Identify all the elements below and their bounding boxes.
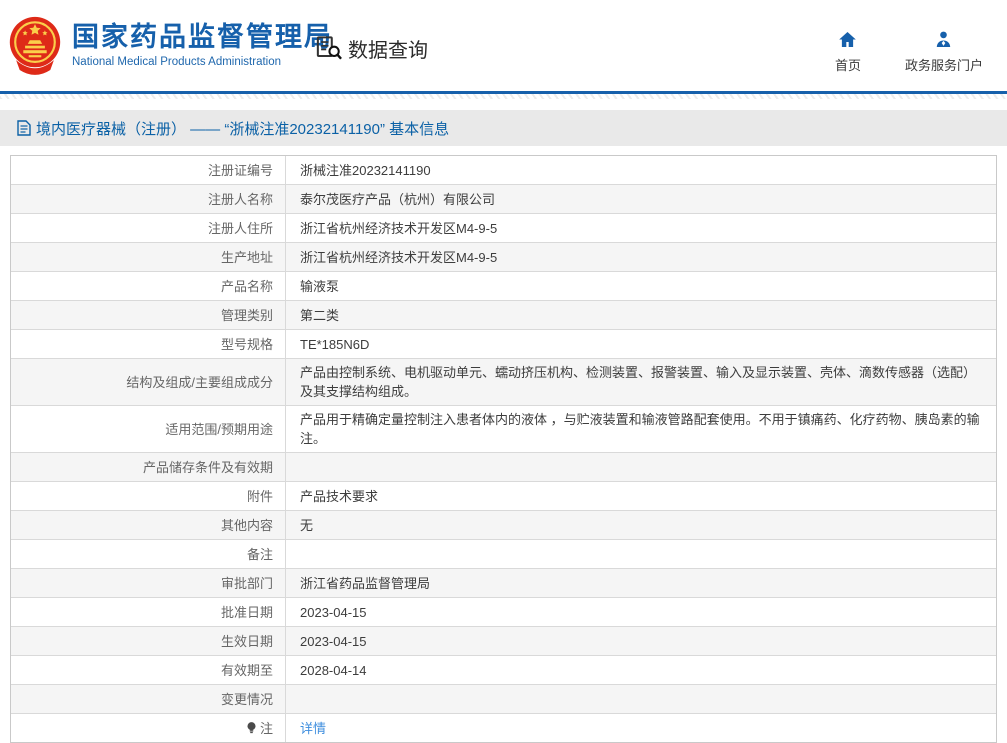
row-value bbox=[286, 685, 996, 713]
row-label-text: 型号规格 bbox=[220, 336, 273, 352]
row-value bbox=[286, 540, 996, 568]
row-value: 无 bbox=[300, 517, 314, 533]
table-row: 结构及组成/主要组成成分 产品由控制系统、电机驱动单元、蠕动挤压机构、检测装置、报… bbox=[11, 359, 996, 406]
details-link[interactable]: 详情 bbox=[300, 719, 326, 738]
header-nav: 首页 政务服务门户 bbox=[835, 30, 983, 74]
row-label-text: 备注 bbox=[246, 546, 273, 562]
row-label: 生产地址 bbox=[11, 243, 286, 271]
row-label-text: 变更情况 bbox=[220, 691, 273, 707]
row-value: 浙江省杭州经济技术开发区M4-9-5 bbox=[300, 249, 498, 265]
row-label: 注册人名称 bbox=[11, 185, 286, 213]
table-row: 附件 产品技术要求 bbox=[11, 482, 996, 511]
national-emblem-icon bbox=[8, 16, 62, 78]
row-label: 有效期至 bbox=[11, 656, 286, 684]
table-row: 产品储存条件及有效期 bbox=[11, 453, 996, 482]
document-icon bbox=[17, 120, 31, 136]
row-label-text: 批准日期 bbox=[220, 604, 273, 620]
table-row: 生效日期 2023-04-15 bbox=[11, 627, 996, 656]
row-label: 批准日期 bbox=[11, 598, 286, 626]
row-value: 2023-04-15 bbox=[300, 633, 367, 649]
nav-gov-portal[interactable]: 政务服务门户 bbox=[905, 30, 983, 74]
table-row: 产品名称 输液泵 bbox=[11, 272, 996, 301]
bulb-icon bbox=[246, 721, 257, 735]
table-row: 适用范围/预期用途 产品用于精确定量控制注入患者体内的液体 ，与贮液装置和输液管路… bbox=[11, 406, 996, 453]
nav-gov-portal-label: 政务服务门户 bbox=[904, 58, 983, 73]
row-label: 型号规格 bbox=[11, 330, 286, 358]
data-query-label: 数据查询 bbox=[348, 40, 428, 62]
table-row: 生产地址 浙江省杭州经济技术开发区M4-9-5 bbox=[11, 243, 996, 272]
row-label-text: 注 bbox=[259, 720, 273, 736]
row-label: 注册人住所 bbox=[11, 214, 286, 242]
spacer bbox=[0, 99, 1007, 110]
row-label: 管理类别 bbox=[11, 301, 286, 329]
row-label: 生效日期 bbox=[11, 627, 286, 655]
row-value: 浙械注准20232141190 bbox=[300, 162, 431, 178]
row-label-text: 结构及组成/主要组成成分 bbox=[126, 374, 273, 390]
site-header: 国家药品监督管理局 National Medical Products Admi… bbox=[0, 0, 1007, 94]
org-title-block: 国家药品监督管理局 National Medical Products Admi… bbox=[72, 22, 333, 68]
document-search-icon bbox=[316, 36, 342, 61]
row-value: 输液泵 bbox=[300, 278, 340, 294]
row-label: 变更情况 bbox=[11, 685, 286, 713]
row-label: 附件 bbox=[11, 482, 286, 510]
row-label: 产品名称 bbox=[11, 272, 286, 300]
row-label-text: 有效期至 bbox=[220, 662, 273, 678]
table-row: 注册人住所 浙江省杭州经济技术开发区M4-9-5 bbox=[11, 214, 996, 243]
row-label: 注册证编号 bbox=[11, 156, 286, 184]
page-title: 境内医疗器械（注册） —— “浙械注准20232141190” 基本信息 bbox=[36, 120, 450, 138]
nav-home-label: 首页 bbox=[834, 58, 861, 73]
row-label-text: 产品名称 bbox=[220, 278, 273, 294]
org-name-en: National Medical Products Administration bbox=[72, 56, 282, 69]
data-query-section[interactable]: 数据查询 bbox=[316, 34, 428, 63]
info-table: 注册证编号 浙械注准20232141190 注册人名称 泰尔茂医疗产品（杭州）有限公司… bbox=[10, 155, 997, 743]
table-row: 注册证编号 浙械注准20232141190 bbox=[11, 156, 996, 185]
row-label-text: 注册证编号 bbox=[207, 162, 273, 178]
row-label-text: 注册人名称 bbox=[207, 191, 273, 207]
row-label-text: 其他内容 bbox=[220, 517, 273, 533]
breadcrumb-bar: 境内医疗器械（注册） —— “浙械注准20232141190” 基本信息 bbox=[0, 110, 1007, 146]
row-value: 产品用于精确定量控制注入患者体内的液体 ，与贮液装置和输液管路配套使用。不用于镇… bbox=[300, 412, 980, 446]
row-value: TE*185N6D bbox=[300, 336, 370, 352]
row-value bbox=[286, 453, 996, 481]
row-value: 浙江省药品监督管理局 bbox=[300, 575, 431, 591]
row-label: 其他内容 bbox=[11, 511, 286, 539]
row-label: 审批部门 bbox=[11, 569, 286, 597]
row-value: 产品由控制系统、电机驱动单元、蠕动挤压机构、检测装置、报警装置、输入及显示装置、… bbox=[300, 365, 977, 399]
home-icon bbox=[839, 31, 857, 48]
row-label-text: 注册人住所 bbox=[207, 220, 273, 236]
row-value: 2028-04-14 bbox=[300, 662, 367, 678]
row-value: 浙江省杭州经济技术开发区M4-9-5 bbox=[300, 220, 498, 236]
table-row: 其他内容 无 bbox=[11, 511, 996, 540]
table-row: 管理类别 第二类 bbox=[11, 301, 996, 330]
spacer bbox=[0, 146, 1007, 155]
table-row: 备注 bbox=[11, 540, 996, 569]
row-label: 备注 bbox=[11, 540, 286, 568]
user-icon bbox=[937, 31, 951, 48]
table-row: 变更情况 bbox=[11, 685, 996, 714]
row-label: 注 bbox=[11, 714, 286, 742]
row-label-text: 产品储存条件及有效期 bbox=[142, 459, 273, 475]
table-row: 型号规格 TE*185N6D bbox=[11, 330, 996, 359]
row-value: 泰尔茂医疗产品（杭州）有限公司 bbox=[300, 191, 496, 207]
table-row: 有效期至 2028-04-14 bbox=[11, 656, 996, 685]
row-label: 适用范围/预期用途 bbox=[11, 406, 286, 452]
row-label: 产品储存条件及有效期 bbox=[11, 453, 286, 481]
row-label-text: 生效日期 bbox=[220, 633, 273, 649]
row-label-text: 适用范围/预期用途 bbox=[165, 421, 273, 437]
org-name-cn: 国家药品监督管理局 bbox=[72, 22, 333, 52]
table-row: 注册人名称 泰尔茂医疗产品（杭州）有限公司 bbox=[11, 185, 996, 214]
row-label-text: 生产地址 bbox=[220, 249, 273, 265]
row-value: 详情 bbox=[286, 714, 996, 742]
row-value: 2023-04-15 bbox=[300, 604, 367, 620]
row-label-text: 管理类别 bbox=[220, 307, 273, 323]
row-value: 第二类 bbox=[300, 307, 340, 323]
table-row: 注 详情 bbox=[11, 714, 996, 742]
table-row: 审批部门 浙江省药品监督管理局 bbox=[11, 569, 996, 598]
row-value: 产品技术要求 bbox=[300, 488, 379, 504]
row-label: 结构及组成/主要组成成分 bbox=[11, 359, 286, 405]
row-label-text: 附件 bbox=[246, 488, 273, 504]
table-row: 批准日期 2023-04-15 bbox=[11, 598, 996, 627]
row-label-text: 审批部门 bbox=[220, 575, 273, 591]
nav-home[interactable]: 首页 bbox=[835, 30, 861, 74]
